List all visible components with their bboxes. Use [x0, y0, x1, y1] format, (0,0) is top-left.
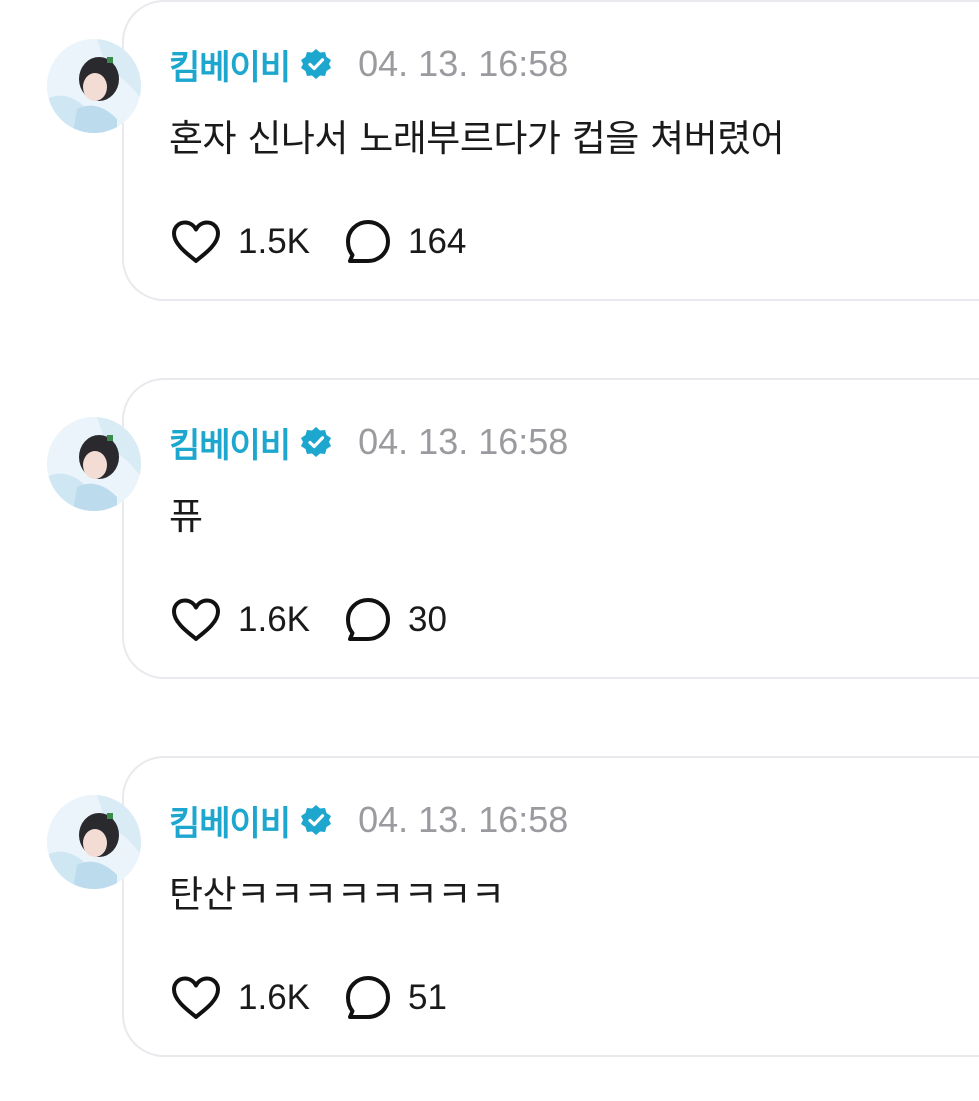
- like-count: 1.5K: [238, 222, 310, 261]
- timestamp: 04. 13. 16:58: [358, 43, 569, 84]
- like-button[interactable]: 1.5K: [170, 219, 310, 265]
- comment-bubble-icon: [346, 976, 390, 1019]
- verified-badge-icon: [300, 426, 332, 458]
- author-name[interactable]: 킴베이비: [169, 418, 291, 467]
- comment-bubble-icon: [346, 598, 390, 641]
- like-count: 1.6K: [238, 978, 310, 1017]
- like-count: 1.6K: [238, 600, 310, 639]
- post-text: 탄산ㅋㅋㅋㅋㅋㅋㅋㅋ: [169, 873, 505, 916]
- like-button[interactable]: 1.6K: [170, 975, 310, 1021]
- heart-icon: [172, 976, 220, 1019]
- avatar[interactable]: [47, 417, 141, 511]
- timestamp: 04. 13. 16:58: [358, 421, 569, 462]
- reply-count: 164: [408, 222, 467, 261]
- timestamp: 04. 13. 16:58: [358, 799, 569, 840]
- post-actions: 1.6K 51: [170, 972, 447, 1024]
- post-card[interactable]: 킴베이비 04. 13. 16:58 탄산ㅋㅋㅋㅋㅋㅋㅋㅋ 1.6K 51: [0, 756, 979, 1061]
- avatar[interactable]: [47, 39, 141, 133]
- verified-badge-icon: [300, 804, 332, 836]
- post-text: 혼자 신나서 노래부르다가 컵을 쳐버렸어: [169, 117, 785, 160]
- post-actions: 1.6K 30: [170, 594, 447, 646]
- author-name[interactable]: 킴베이비: [169, 40, 291, 89]
- like-button[interactable]: 1.6K: [170, 597, 310, 643]
- post-header: 킴베이비 04. 13. 16:58: [169, 418, 568, 466]
- avatar-photo: [47, 39, 141, 133]
- post-text: 퓨: [169, 495, 203, 538]
- comment-bubble-icon: [346, 220, 390, 263]
- avatar-photo: [47, 417, 141, 511]
- heart-icon: [172, 220, 220, 263]
- author-name[interactable]: 킴베이비: [169, 796, 291, 845]
- post-header: 킴베이비 04. 13. 16:58: [169, 796, 568, 844]
- post-card[interactable]: 킴베이비 04. 13. 16:58 혼자 신나서 노래부르다가 컵을 쳐버렸어…: [0, 0, 979, 305]
- verified-badge-icon: [300, 48, 332, 80]
- reply-count: 51: [408, 978, 447, 1017]
- avatar[interactable]: [47, 795, 141, 889]
- reply-button[interactable]: 30: [344, 596, 447, 644]
- post-actions: 1.5K 164: [170, 216, 466, 268]
- post-card[interactable]: 킴베이비 04. 13. 16:58 퓨 1.6K 30: [0, 378, 979, 683]
- heart-icon: [172, 598, 220, 641]
- reply-count: 30: [408, 600, 447, 639]
- reply-button[interactable]: 51: [344, 974, 447, 1022]
- avatar-photo: [47, 795, 141, 889]
- reply-button[interactable]: 164: [344, 218, 466, 266]
- post-header: 킴베이비 04. 13. 16:58: [169, 40, 568, 88]
